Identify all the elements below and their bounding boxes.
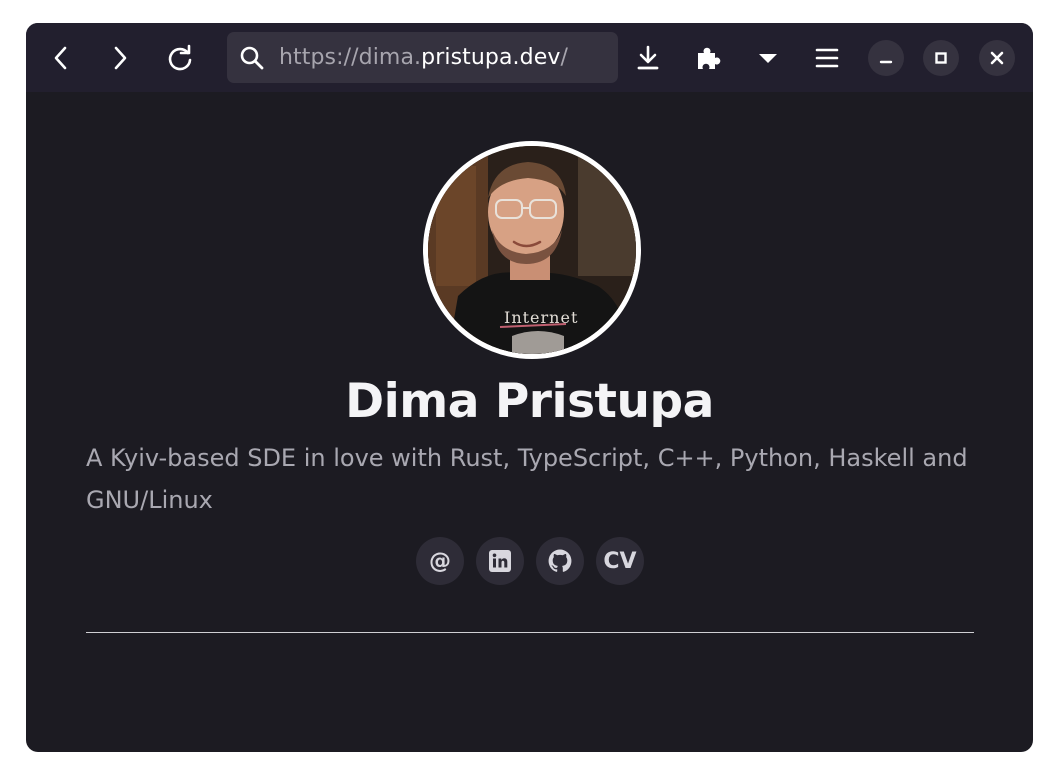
maximize-icon: [935, 52, 947, 64]
url-domain: pristupa.dev: [421, 45, 561, 70]
profile-name: Dima Pristupa: [345, 374, 714, 429]
reload-icon: [168, 44, 192, 71]
github-link[interactable]: [536, 537, 584, 585]
reload-button[interactable]: [162, 40, 198, 76]
back-icon: [54, 46, 67, 70]
browser-window: https://dima.pristupa.dev/ Internet Dima…: [26, 23, 1033, 752]
avatar: Internet: [423, 141, 641, 359]
menu-icon: [815, 48, 839, 68]
forward-icon: [114, 46, 127, 70]
minimize-button[interactable]: [868, 40, 904, 76]
url-prefix: https://dima.: [279, 45, 422, 70]
back-button[interactable]: [43, 40, 79, 76]
forward-button[interactable]: [102, 40, 138, 76]
search-icon: [239, 45, 265, 71]
minimize-icon: [879, 60, 893, 64]
extensions-icon: [698, 47, 721, 69]
page-content: Internet Dima Pristupa A Kyiv-based SDE …: [26, 92, 1033, 752]
close-icon: [990, 51, 1004, 65]
cv-link[interactable]: CV: [596, 537, 644, 585]
email-link[interactable]: @: [416, 537, 464, 585]
profile-tagline: A Kyiv-based SDE in love with Rust, Type…: [86, 444, 968, 514]
menu-button[interactable]: [809, 40, 845, 76]
github-icon: [548, 549, 572, 572]
extensions-button[interactable]: [690, 40, 726, 76]
url-text: https://dima.pristupa.dev/: [279, 45, 568, 70]
url-suffix: /: [560, 45, 568, 70]
dropdown-icon: [759, 54, 777, 63]
linkedin-link[interactable]: [476, 537, 524, 585]
downloads-button[interactable]: [630, 40, 666, 76]
download-icon: [637, 45, 659, 70]
address-bar[interactable]: https://dima.pristupa.dev/: [227, 32, 618, 83]
cv-label: CV: [603, 548, 637, 574]
browser-toolbar: https://dima.pristupa.dev/: [26, 23, 1033, 92]
linkedin-icon: [489, 550, 511, 572]
maximize-button[interactable]: [923, 40, 959, 76]
email-icon: @: [429, 548, 451, 574]
close-button[interactable]: [979, 40, 1015, 76]
social-links: @ CV: [416, 537, 644, 585]
divider: [86, 632, 974, 633]
list-all-tabs-button[interactable]: [750, 40, 786, 76]
